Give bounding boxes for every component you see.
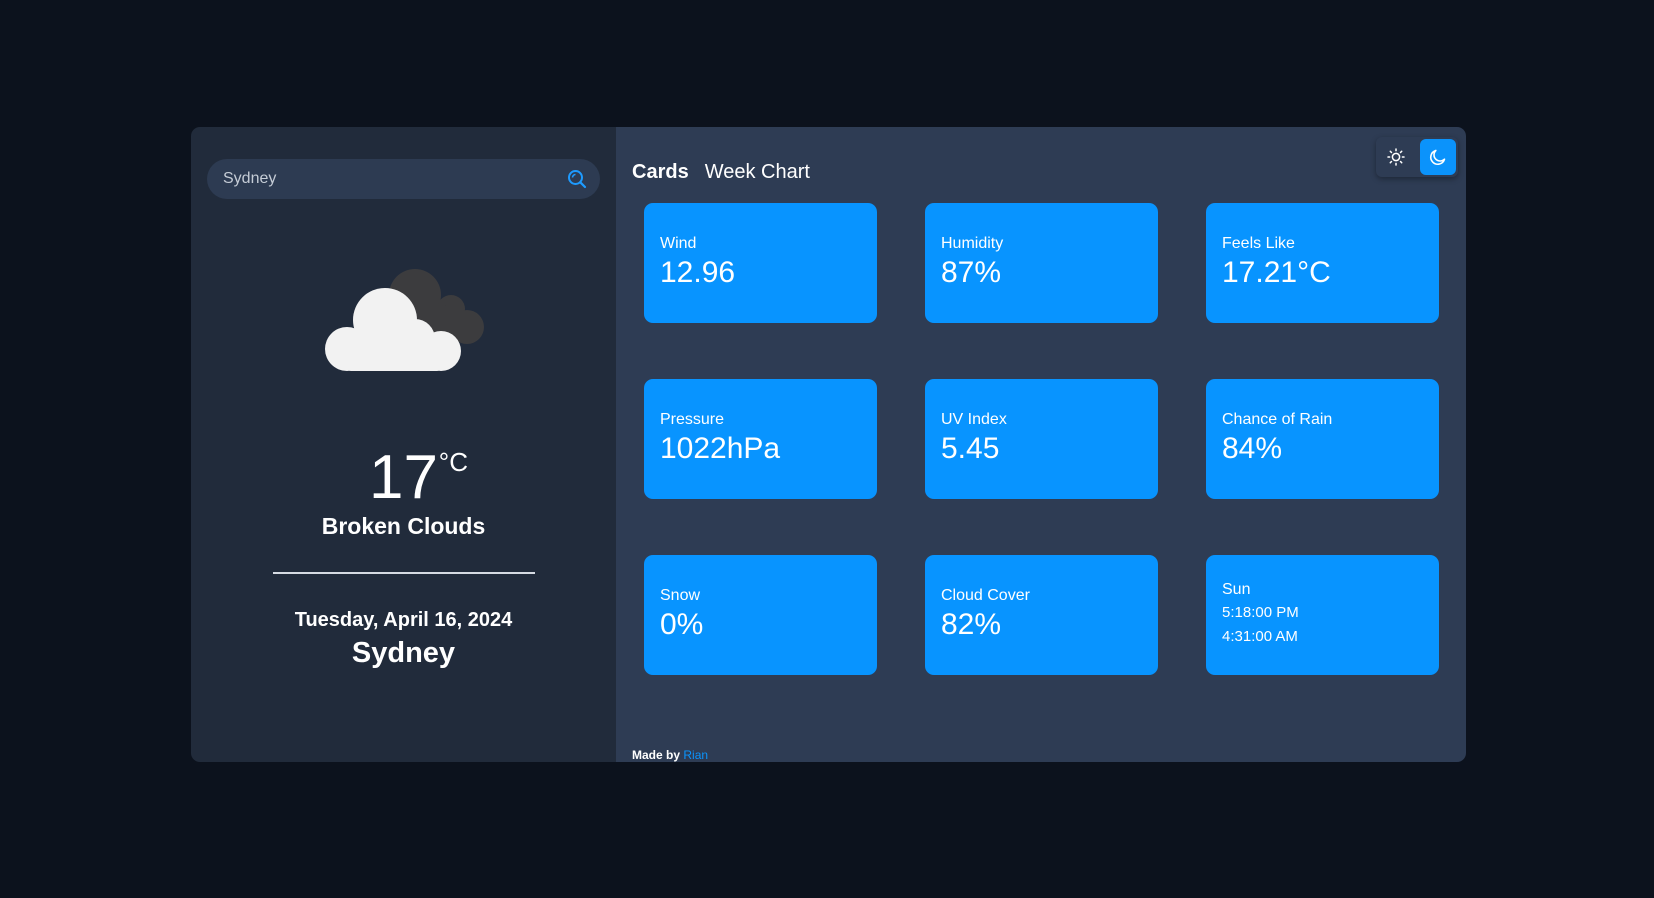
weather-condition: Broken Clouds [321,513,486,539]
details-panel: Cards Week Chart Wind 12.96 Humidity 87%… [616,127,1466,762]
current-date: Tuesday, April 16, 2024 [294,609,513,631]
card-value: 1022hPa [660,432,781,465]
card-value: 5.45 [941,432,1000,465]
card-snow: Snow 0% [644,555,877,675]
card-label: Pressure [660,411,725,428]
city-name: Sydney [351,637,456,669]
footer-prefix: Made by [632,748,681,762]
search-bar[interactable] [207,159,600,199]
tab-cards[interactable]: Cards [632,161,689,184]
light-theme-button[interactable] [1378,139,1414,175]
card-value: 87% [941,256,1002,289]
card-uv-index: UV Index 5.45 [925,379,1158,499]
divider [273,572,535,574]
sunrise-time: 4:31:00 AM [1222,628,1298,645]
view-tabs: Cards Week Chart [632,161,810,184]
card-sun: Sun 5:18:00 PM 4:31:00 AM [1206,555,1439,675]
temperature-value: 17 °C [369,447,468,509]
card-label: Sun [1222,581,1251,598]
temperature-unit: °C [438,447,468,477]
search-input[interactable] [223,170,566,188]
card-label: Chance of Rain [1222,411,1333,428]
card-value: 17.21°C [1222,256,1331,289]
author-link[interactable]: Rian [683,748,708,762]
search-icon[interactable] [566,168,588,190]
sunset-time: 5:18:00 PM [1222,604,1299,621]
card-label: Snow [660,587,701,604]
card-label: Wind [660,235,697,252]
card-value: 0% [660,608,704,641]
moon-icon [1430,149,1446,165]
sun-icon [1387,148,1405,166]
card-value: 84% [1222,432,1283,465]
current-weather-panel: 17 °C Broken Clouds Tuesday, April 16, 2… [191,127,616,762]
broken-clouds-icon [315,265,495,385]
weather-app: 17 °C Broken Clouds Tuesday, April 16, 2… [191,127,1466,762]
card-label: Humidity [941,235,1004,252]
card-value: 12.96 [660,256,736,289]
card-chance-of-rain: Chance of Rain 84% [1206,379,1439,499]
card-humidity: Humidity 87% [925,203,1158,323]
temperature-number: 17 [369,443,438,512]
card-cloud-cover: Cloud Cover 82% [925,555,1158,675]
tab-week-chart[interactable]: Week Chart [705,161,810,184]
card-label: Cloud Cover [941,587,1030,604]
temperature-display: 17 °C [191,447,616,509]
card-pressure: Pressure 1022hPa [644,379,877,499]
footer-credit: Made by Rian [632,748,708,762]
dark-theme-button[interactable] [1420,139,1456,175]
card-feels-like: Feels Like 17.21°C [1206,203,1439,323]
card-value: 82% [941,608,1002,641]
card-label: UV Index [941,411,1007,428]
card-label: Feels Like [1222,235,1295,252]
theme-toggle [1376,137,1458,177]
card-wind: Wind 12.96 [644,203,877,323]
